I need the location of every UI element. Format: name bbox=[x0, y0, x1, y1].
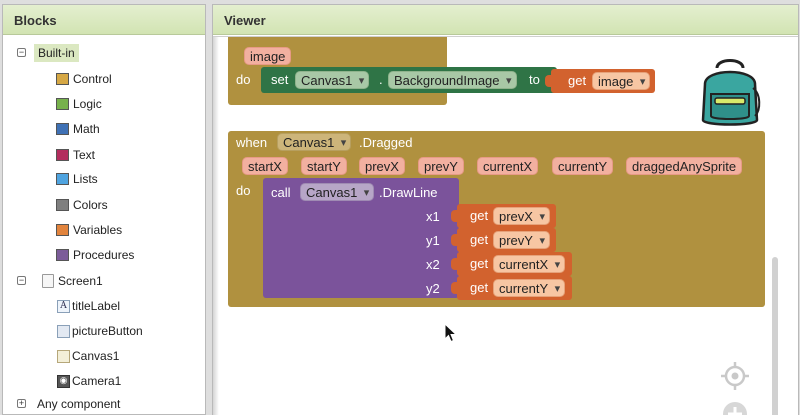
canvas-icon bbox=[57, 349, 70, 363]
to-label: to bbox=[529, 72, 540, 87]
lists-drawer-icon bbox=[56, 173, 69, 185]
component-label: pictureButton bbox=[72, 324, 143, 338]
screen-icon bbox=[42, 274, 54, 288]
when-label: when bbox=[236, 135, 268, 150]
drawer-control[interactable]: Control bbox=[56, 69, 112, 89]
recenter-icon[interactable] bbox=[720, 361, 750, 391]
drawer-math[interactable]: Math bbox=[56, 119, 100, 139]
param-draggedanysprite[interactable]: draggedAnySprite bbox=[626, 157, 743, 175]
arg-x2-label: x2 bbox=[426, 257, 440, 272]
get-block-connector bbox=[545, 75, 552, 87]
do-label: do bbox=[236, 183, 251, 198]
component-picturebutton[interactable]: pictureButton bbox=[57, 321, 143, 341]
param-startx[interactable]: startX bbox=[242, 157, 288, 175]
drawer-lists[interactable]: Lists bbox=[56, 169, 98, 189]
drawer-label: Text bbox=[73, 148, 96, 162]
component-label: Canvas1 bbox=[72, 349, 120, 363]
component-dropdown[interactable]: Canvas1 bbox=[295, 71, 370, 90]
logic-drawer-icon bbox=[56, 98, 69, 110]
method-name: .DrawLine bbox=[379, 185, 438, 200]
event-name: .Dragged bbox=[359, 135, 413, 150]
param-currentx[interactable]: currentX bbox=[477, 157, 539, 175]
prevy-dropdown[interactable]: prevY bbox=[493, 231, 550, 250]
dot-label: . bbox=[379, 72, 383, 87]
set-label: set bbox=[271, 72, 289, 87]
get-block-connector bbox=[451, 210, 458, 222]
workspace-edge-shadow bbox=[213, 37, 219, 415]
drawer-procedures[interactable]: Procedures bbox=[56, 245, 134, 265]
get-block-connector bbox=[451, 282, 458, 294]
drawer-variables[interactable]: Variables bbox=[56, 220, 122, 240]
colors-drawer-icon bbox=[56, 199, 69, 211]
drawer-label: Lists bbox=[73, 172, 98, 186]
arg-x1-label: x1 bbox=[426, 209, 440, 224]
blocks-panel-title: Blocks bbox=[3, 5, 205, 35]
collapse-builtin-toggle[interactable]: − bbox=[17, 48, 26, 57]
component-canvas1[interactable]: Canvas1 bbox=[57, 346, 119, 366]
component-camera1[interactable]: ◉ Camera1 bbox=[57, 371, 121, 391]
get-block-connector bbox=[451, 258, 458, 270]
tree-screen1[interactable]: − Screen1 bbox=[17, 271, 103, 291]
backpack-icon[interactable] bbox=[695, 54, 765, 129]
collapse-screen1-toggle[interactable]: − bbox=[17, 276, 26, 285]
get-label: get bbox=[470, 280, 489, 295]
expand-any-component-toggle[interactable]: + bbox=[17, 399, 26, 408]
get-label: get bbox=[470, 232, 489, 247]
arg-y2-label: y2 bbox=[426, 281, 440, 296]
drawer-label: Math bbox=[73, 122, 100, 136]
event-param-image[interactable]: image bbox=[244, 47, 292, 65]
drawer-label: Variables bbox=[73, 223, 123, 237]
drawer-label: Colors bbox=[73, 198, 108, 212]
any-component-label[interactable]: Any component bbox=[37, 397, 120, 411]
event-component-dropdown[interactable]: Canvas1 bbox=[277, 133, 352, 152]
currenty-dropdown[interactable]: currentY bbox=[493, 279, 566, 298]
viewer-title: Viewer bbox=[213, 5, 798, 35]
call-component-dropdown[interactable]: Canvas1 bbox=[300, 183, 375, 202]
drawer-label: Procedures bbox=[73, 248, 135, 262]
component-label: titleLabel bbox=[72, 299, 121, 313]
text-drawer-icon bbox=[56, 149, 69, 161]
tree-any-component[interactable]: + Any component bbox=[17, 394, 120, 414]
param-prevy[interactable]: prevY bbox=[418, 157, 464, 175]
math-drawer-icon bbox=[56, 123, 69, 135]
procedures-drawer-icon bbox=[56, 249, 69, 261]
call-label: call bbox=[271, 185, 291, 200]
builtin-label[interactable]: Built-in bbox=[34, 44, 79, 62]
drawer-logic[interactable]: Logic bbox=[56, 94, 102, 114]
screen1-label[interactable]: Screen1 bbox=[58, 274, 103, 288]
component-label: Camera1 bbox=[72, 374, 122, 388]
tree-builtin[interactable]: − Built-in bbox=[17, 43, 79, 63]
blocks-panel: Blocks − Built-in Control Logic Math Tex… bbox=[2, 4, 206, 415]
arg-y1-label: y1 bbox=[426, 233, 440, 248]
zoom-in-icon[interactable] bbox=[720, 399, 750, 415]
variable-dropdown[interactable]: image bbox=[592, 72, 651, 91]
param-starty[interactable]: startY bbox=[301, 157, 347, 175]
label-icon: A bbox=[57, 299, 70, 313]
prevx-dropdown[interactable]: prevX bbox=[493, 207, 550, 226]
drawer-colors[interactable]: Colors bbox=[56, 195, 108, 215]
mouse-cursor-icon bbox=[444, 323, 458, 343]
do-label: do bbox=[236, 72, 251, 87]
get-label: get bbox=[470, 256, 489, 271]
get-label: get bbox=[470, 208, 489, 223]
drawer-label: Logic bbox=[73, 97, 102, 111]
drawer-text[interactable]: Text bbox=[56, 145, 95, 165]
currentx-dropdown[interactable]: currentX bbox=[493, 255, 566, 274]
workspace-scrollbar[interactable] bbox=[772, 257, 778, 415]
get-block-connector bbox=[451, 234, 458, 246]
get-label: get bbox=[568, 73, 587, 88]
property-dropdown[interactable]: BackgroundImage bbox=[388, 71, 517, 90]
blocks-workspace[interactable]: image do set Canvas1 . BackgroundImage t… bbox=[213, 36, 798, 415]
control-drawer-icon bbox=[56, 73, 69, 85]
param-prevx[interactable]: prevX bbox=[359, 157, 405, 175]
drawer-label: Control bbox=[73, 72, 112, 86]
camera-icon: ◉ bbox=[57, 374, 70, 388]
viewer-panel: Viewer image do set Canvas1 . Background… bbox=[212, 4, 799, 415]
button-icon bbox=[57, 324, 70, 338]
variables-drawer-icon bbox=[56, 224, 69, 236]
component-titlelabel[interactable]: A titleLabel bbox=[57, 296, 120, 316]
param-currenty[interactable]: currentY bbox=[552, 157, 614, 175]
